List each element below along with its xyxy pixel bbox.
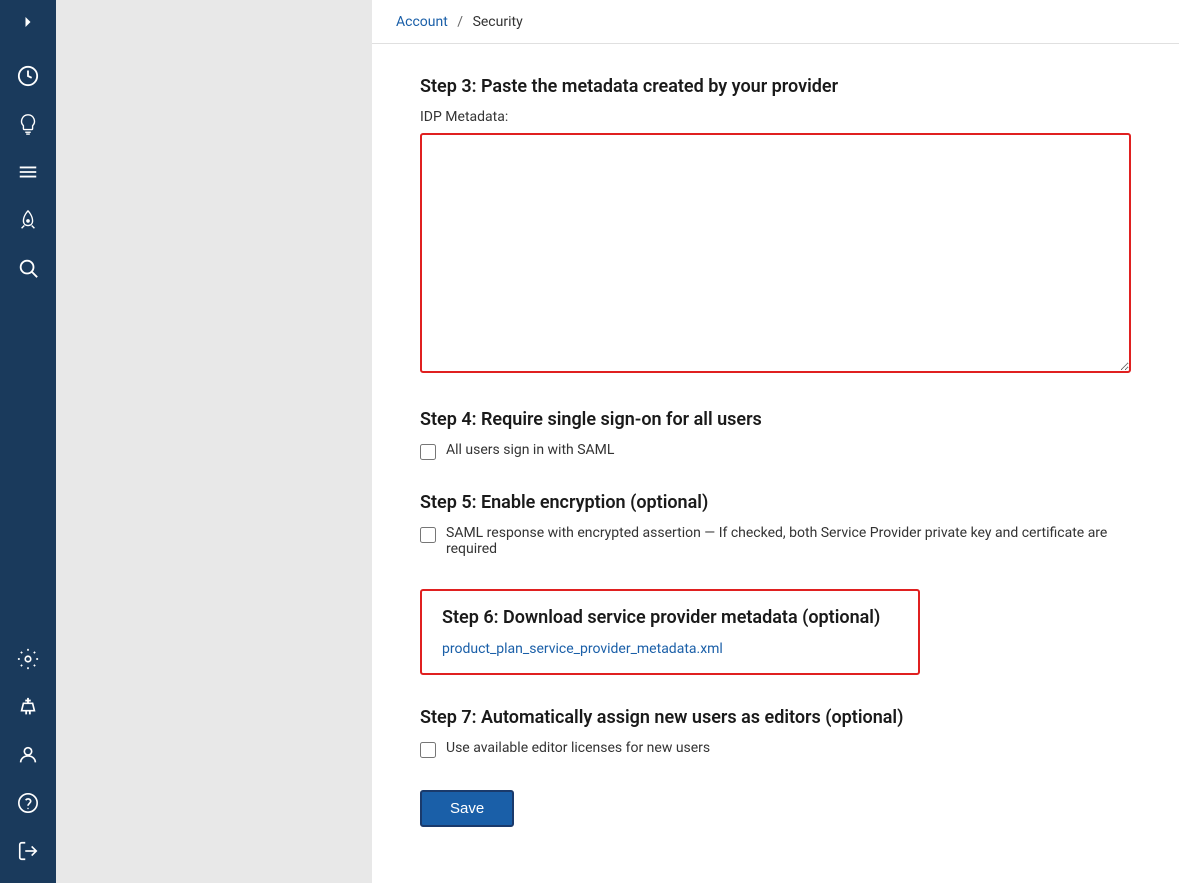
step6-title: Step 6: Download service provider metada… bbox=[442, 607, 898, 628]
sidebar-bottom bbox=[0, 635, 56, 883]
main-container: Account / Security Step 3: Paste the met… bbox=[372, 0, 1179, 883]
sidebar bbox=[0, 0, 56, 883]
step3-section: Step 3: Paste the metadata created by yo… bbox=[420, 76, 1131, 377]
sidebar-item-logout[interactable] bbox=[0, 827, 56, 875]
step4-title: Step 4: Require single sign-on for all u… bbox=[420, 409, 1131, 430]
encryption-label: SAML response with encrypted assertion —… bbox=[446, 525, 1131, 557]
sidebar-item-help[interactable] bbox=[0, 779, 56, 827]
idp-metadata-textarea[interactable] bbox=[420, 133, 1131, 373]
step7-section: Step 7: Automatically assign new users a… bbox=[420, 707, 1131, 758]
step7-title: Step 7: Automatically assign new users a… bbox=[420, 707, 1131, 728]
breadcrumb-bar: Account / Security bbox=[372, 0, 1179, 44]
step3-title: Step 3: Paste the metadata created by yo… bbox=[420, 76, 1131, 97]
step5-checkbox-row[interactable]: SAML response with encrypted assertion —… bbox=[420, 525, 1131, 557]
sidebar-item-settings[interactable] bbox=[0, 635, 56, 683]
breadcrumb-security: Security bbox=[473, 14, 523, 30]
step7-checkbox-row[interactable]: Use available editor licenses for new us… bbox=[420, 740, 1131, 758]
breadcrumb-account-link[interactable]: Account bbox=[396, 14, 448, 30]
encryption-checkbox[interactable] bbox=[420, 527, 436, 543]
saml-signin-label: All users sign in with SAML bbox=[446, 442, 614, 458]
editor-license-checkbox[interactable] bbox=[420, 742, 436, 758]
step6-section: Step 6: Download service provider metada… bbox=[420, 589, 1131, 675]
sidebar-item-dashboard[interactable] bbox=[0, 52, 56, 100]
step6-box: Step 6: Download service provider metada… bbox=[420, 589, 920, 675]
sidebar-nav bbox=[0, 44, 56, 635]
step4-section: Step 4: Require single sign-on for all u… bbox=[420, 409, 1131, 460]
idp-metadata-label: IDP Metadata: bbox=[420, 109, 1131, 125]
breadcrumb: Account / Security bbox=[396, 14, 523, 30]
breadcrumb-separator: / bbox=[457, 14, 463, 30]
step5-title: Step 5: Enable encryption (optional) bbox=[420, 492, 1131, 513]
sidebar-item-launch[interactable] bbox=[0, 196, 56, 244]
metadata-download-link[interactable]: product_plan_service_provider_metadata.x… bbox=[442, 641, 723, 657]
sidebar-item-menu[interactable] bbox=[0, 148, 56, 196]
save-button[interactable]: Save bbox=[420, 790, 514, 827]
sidebar-item-ideas[interactable] bbox=[0, 100, 56, 148]
step5-section: Step 5: Enable encryption (optional) SAM… bbox=[420, 492, 1131, 557]
sidebar-item-users[interactable] bbox=[0, 731, 56, 779]
saml-signin-checkbox[interactable] bbox=[420, 444, 436, 460]
sidebar-toggle-button[interactable] bbox=[0, 0, 56, 44]
sidebar-item-search[interactable] bbox=[0, 244, 56, 292]
step4-checkbox-row[interactable]: All users sign in with SAML bbox=[420, 442, 1131, 460]
save-section: Save bbox=[420, 790, 1131, 827]
left-panel bbox=[56, 0, 372, 883]
sidebar-item-integrations[interactable] bbox=[0, 683, 56, 731]
content-area: Step 3: Paste the metadata created by yo… bbox=[372, 44, 1179, 883]
editor-license-label: Use available editor licenses for new us… bbox=[446, 740, 710, 756]
